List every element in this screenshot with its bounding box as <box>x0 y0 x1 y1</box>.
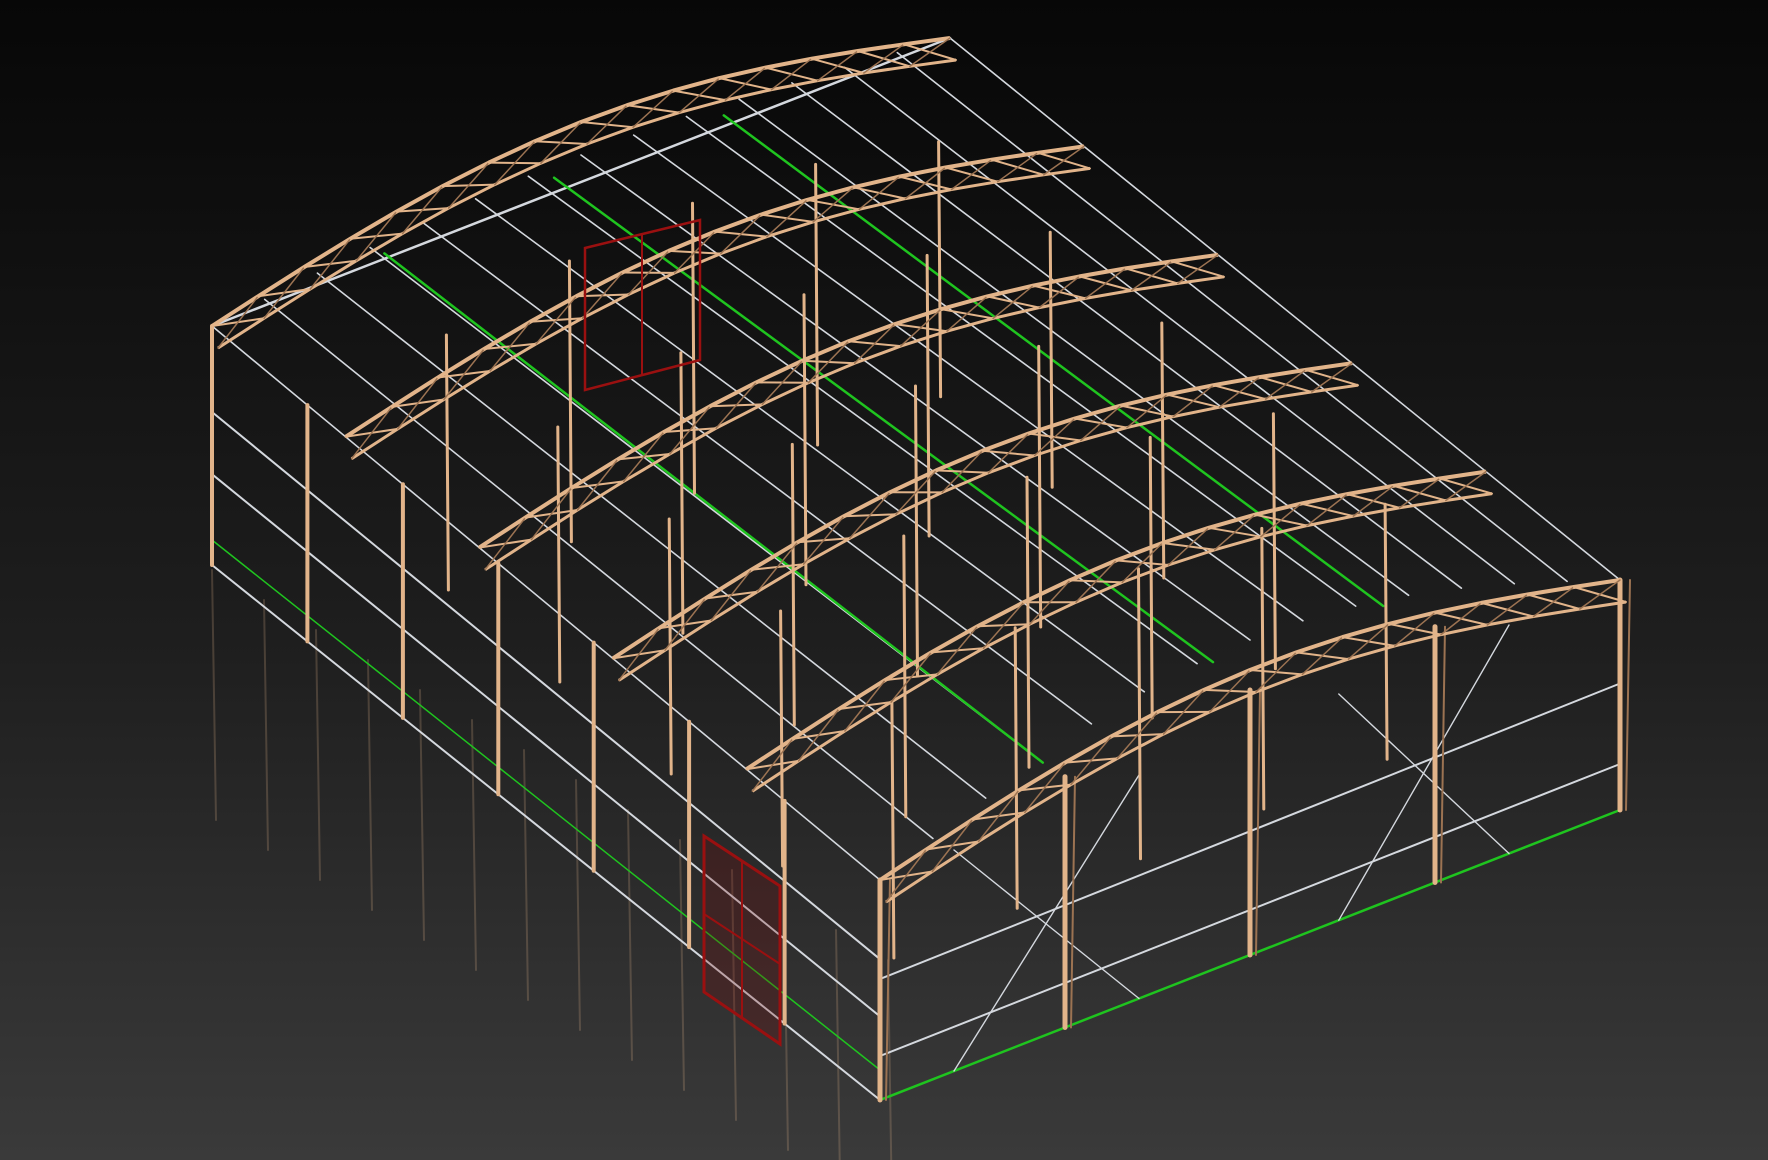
interior-column <box>902 534 908 819</box>
interior-column <box>814 162 820 447</box>
interior-column <box>779 609 785 868</box>
viewport-background <box>0 0 1768 1160</box>
interior-column <box>925 253 931 538</box>
interior-column <box>790 442 796 727</box>
warehouse-frame-model <box>0 0 1768 1160</box>
interior-column <box>1271 412 1277 671</box>
interior-column <box>691 201 696 495</box>
cad-3d-viewport[interactable] <box>0 0 1768 1160</box>
interior-column <box>937 140 943 399</box>
interior-column <box>1025 475 1031 769</box>
interior-column <box>890 701 896 960</box>
interior-column <box>1160 321 1166 580</box>
interior-column <box>914 384 919 678</box>
interior-column <box>1137 567 1142 861</box>
interior-column <box>1148 435 1154 720</box>
interior-column <box>1013 626 1019 910</box>
interior-column <box>679 351 685 635</box>
interior-column <box>1037 344 1043 629</box>
interior-column <box>1383 502 1389 761</box>
interior-column <box>1260 526 1266 811</box>
interior-column <box>556 425 562 684</box>
